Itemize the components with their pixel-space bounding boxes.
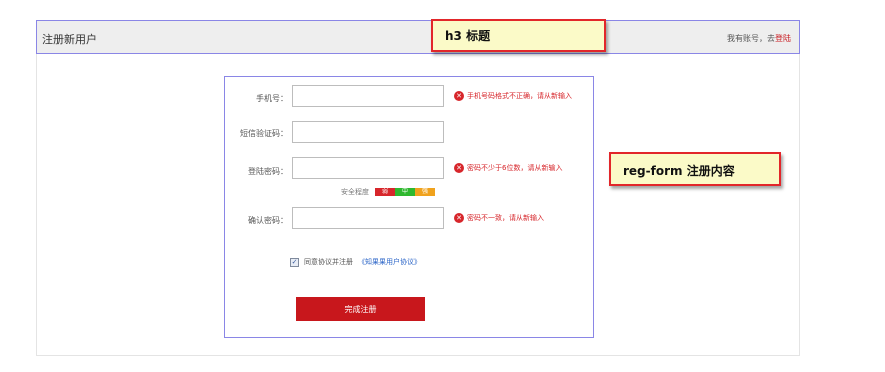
password-error-text: 密码不少于6位数，请从新输入 bbox=[467, 164, 563, 172]
annotation-h3: h3 标题 bbox=[431, 19, 606, 52]
phone-label: 手机号： bbox=[256, 94, 288, 103]
phone-error: ✕ 手机号码格式不正确，请从新输入 bbox=[454, 91, 572, 101]
confirm-label: 确认密码： bbox=[248, 216, 288, 225]
agreement-link[interactable]: 《知果果用户协议》 bbox=[358, 257, 421, 267]
strength-label: 安全程度 bbox=[341, 188, 369, 196]
confirm-error-text: 密码不一致，请从新输入 bbox=[467, 214, 544, 222]
page-title: 注册新用户 bbox=[42, 33, 97, 46]
password-input[interactable] bbox=[292, 157, 444, 179]
error-icon: ✕ bbox=[454, 213, 464, 223]
agree-checkbox[interactable]: ✓ bbox=[290, 257, 299, 267]
sms-code-input[interactable] bbox=[292, 121, 444, 143]
agree-text: 同意协议并注册 bbox=[304, 258, 353, 266]
strength-medium: 中 bbox=[395, 188, 415, 196]
page-header: 注册新用户 我有账号，去登陆 bbox=[36, 20, 800, 54]
password-error: ✕ 密码不少于6位数，请从新输入 bbox=[454, 163, 562, 173]
annotation-reg-form: reg-form 注册内容 bbox=[609, 152, 781, 186]
submit-button[interactable]: 完成注册 bbox=[296, 297, 425, 321]
error-icon: ✕ bbox=[454, 163, 464, 173]
sms-label: 短信验证码： bbox=[240, 129, 288, 138]
confirm-password-input[interactable] bbox=[292, 207, 444, 229]
strength-strong: 强 bbox=[415, 188, 435, 196]
login-hint: 我有账号，去登陆 bbox=[727, 33, 791, 44]
login-prompt: 我有账号，去 bbox=[727, 34, 775, 43]
phone-error-text: 手机号码格式不正确，请从新输入 bbox=[467, 92, 572, 100]
login-link[interactable]: 登陆 bbox=[775, 34, 791, 43]
password-label: 登陆密码： bbox=[248, 167, 288, 176]
phone-input[interactable] bbox=[292, 85, 444, 107]
password-strength: 安全程度 弱 中 强 bbox=[341, 187, 435, 197]
confirm-error: ✕ 密码不一致，请从新输入 bbox=[454, 213, 544, 223]
strength-weak: 弱 bbox=[375, 188, 395, 196]
error-icon: ✕ bbox=[454, 91, 464, 101]
agreement-row: ✓ 同意协议并注册 《知果果用户协议》 bbox=[290, 257, 421, 267]
strength-bars: 弱 中 强 bbox=[375, 188, 435, 196]
